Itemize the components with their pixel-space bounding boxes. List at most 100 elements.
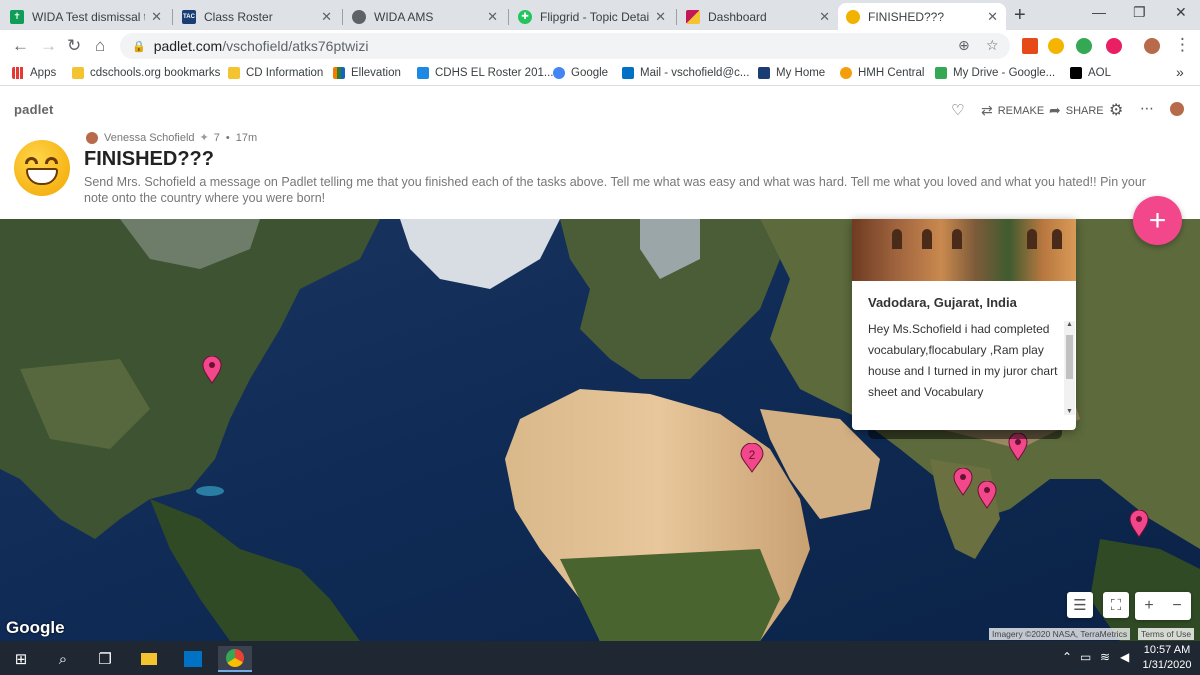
reload-icon[interactable]: ↻ <box>67 36 81 56</box>
padlet-logo[interactable]: padlet <box>14 102 53 117</box>
chevron-up-icon[interactable]: ⌃ <box>1062 650 1072 664</box>
user-avatar[interactable] <box>1170 102 1184 116</box>
close-icon[interactable]: ✕ <box>987 9 998 25</box>
remake-button[interactable]: ⇄ REMAKE <box>981 102 1044 119</box>
task-view-icon[interactable]: ❐ <box>88 646 122 672</box>
post-location: Vadodara, Gujarat, India <box>868 295 1017 310</box>
scroll-down-icon[interactable]: ▼ <box>1066 408 1073 415</box>
close-icon[interactable]: ✕ <box>487 9 498 25</box>
bookmark-cd-information[interactable]: CD Information <box>228 67 323 79</box>
google-icon <box>553 67 565 79</box>
bookmark-mail[interactable]: Mail - vschofield@c... <box>622 67 749 79</box>
grin-emoji-icon <box>846 9 860 24</box>
terms-link[interactable]: Terms of Use <box>1138 628 1195 640</box>
tab-dashboard[interactable]: Dashboard ✕ <box>678 3 838 30</box>
close-icon[interactable]: ✕ <box>819 9 830 25</box>
volume-icon[interactable]: ◀ <box>1120 650 1129 664</box>
post-scrollbar[interactable]: ▲ ▼ <box>1064 321 1075 415</box>
file-explorer-icon[interactable] <box>132 646 166 672</box>
gear-icon[interactable]: ⚙ <box>1109 100 1123 120</box>
list-view-icon[interactable]: ☰ <box>1067 592 1093 618</box>
page-description: Send Mrs. Schofield a message on Padlet … <box>84 175 1146 205</box>
tab-divider <box>342 9 343 25</box>
post-photo <box>852 219 1076 281</box>
close-icon[interactable]: ✕ <box>151 9 162 25</box>
bookmarks-bar: Apps cdschools.org bookmarks CD Informat… <box>0 62 1200 86</box>
author-line: Venessa Schofield ✦ 7 • 17m <box>86 131 257 144</box>
map-pin[interactable] <box>202 356 222 384</box>
bar-chart-icon <box>333 67 345 79</box>
post-age: 17m <box>235 131 258 144</box>
flipgrid-icon: ✚ <box>518 9 532 24</box>
extension-icon[interactable] <box>1076 38 1092 54</box>
menu-icon[interactable]: ⋮ <box>1174 35 1191 55</box>
bookmark-ellevation[interactable]: Ellevation <box>333 67 401 79</box>
tab-flipgrid[interactable]: ✚ Flipgrid - Topic Details ✕ <box>510 3 674 30</box>
tab-class-roster[interactable]: TAC Class Roster ✕ <box>174 3 340 30</box>
tab-divider <box>508 9 509 25</box>
office-extension-icon[interactable] <box>1022 38 1038 54</box>
bookmark-hmh-central[interactable]: HMH Central <box>840 67 924 79</box>
tab-finished[interactable]: FINISHED??? ✕ <box>838 3 1006 30</box>
padlet-header: padlet ♡ ⇄ REMAKE ➦ SHARE ⚙ ⋯ Venessa Scho… <box>0 90 1200 219</box>
google-logo: Google <box>6 618 65 637</box>
page-title: FINISHED??? <box>84 148 214 170</box>
bookmark-cdschools[interactable]: cdschools.org bookmarks <box>72 67 220 79</box>
outlook-icon[interactable] <box>176 646 210 672</box>
battery-icon[interactable]: ▭ <box>1080 650 1091 664</box>
address-bar[interactable]: 🔒 padlet.com/vschofield/atks76ptwizi ⊕ ☆ <box>120 33 1010 59</box>
zoom-in-button[interactable]: + <box>1135 592 1163 620</box>
bookmarks-more-button[interactable]: » <box>1176 64 1184 80</box>
share-button[interactable]: ➦ SHARE <box>1049 102 1104 119</box>
zoom-controls: + − <box>1135 592 1191 620</box>
drive-icon <box>935 67 947 79</box>
tac-icon <box>758 67 770 79</box>
bookmark-my-drive[interactable]: My Drive - Google... <box>935 67 1055 79</box>
heart-icon[interactable]: ♡ <box>951 101 964 119</box>
search-icon[interactable]: ⌕ <box>46 646 80 672</box>
post-card[interactable]: Vadodara, Gujarat, India Hey Ms.Schofiel… <box>852 219 1076 430</box>
map-pin[interactable] <box>977 481 997 509</box>
remake-icon: ⇄ <box>981 102 993 118</box>
close-icon[interactable]: ✕ <box>321 9 332 25</box>
restore-icon[interactable]: ❐ <box>1133 4 1146 21</box>
bookmark-apps[interactable]: Apps <box>12 67 56 79</box>
bookmark-star-icon[interactable]: ☆ <box>986 37 999 54</box>
taskbar-clock[interactable]: 10:57 AM 1/31/2020 <box>1140 643 1194 673</box>
bookmark-aol[interactable]: AOL <box>1070 67 1111 79</box>
extension-icon[interactable] <box>1048 38 1064 54</box>
tab-wida-dismissal[interactable]: ✝ WIDA Test dismissal tim ✕ <box>2 3 170 30</box>
add-icon[interactable]: ⊕ <box>958 37 970 54</box>
globe-icon <box>352 9 366 24</box>
forward-icon[interactable]: → <box>40 36 57 56</box>
chrome-icon[interactable] <box>218 646 252 672</box>
scrollbar-thumb[interactable] <box>1066 335 1073 379</box>
clock-date: 1/31/2020 <box>1142 659 1192 671</box>
back-icon[interactable]: ← <box>12 36 29 56</box>
home-icon[interactable]: ⌂ <box>95 36 105 56</box>
cluster-count: 2 <box>748 448 756 462</box>
bookmark-my-home[interactable]: My Home <box>758 67 825 79</box>
windows-start-icon[interactable]: ⊞ <box>4 646 38 672</box>
extension-icon[interactable] <box>1106 38 1122 54</box>
minimize-icon[interactable]: — <box>1092 4 1106 20</box>
wifi-icon[interactable]: ≋ <box>1100 650 1110 664</box>
drive-icon <box>417 67 429 79</box>
close-icon[interactable]: ✕ <box>655 9 666 25</box>
tab-wida-ams[interactable]: WIDA AMS ✕ <box>344 3 506 30</box>
bookmark-google[interactable]: Google <box>553 67 608 79</box>
more-icon[interactable]: ⋯ <box>1140 100 1154 117</box>
new-tab-button[interactable]: + <box>1014 4 1026 27</box>
fullscreen-icon[interactable]: ⛶ <box>1103 592 1129 618</box>
zoom-out-button[interactable]: − <box>1163 592 1191 620</box>
close-window-icon[interactable]: ✕ <box>1175 4 1187 21</box>
map-pin[interactable] <box>953 468 973 496</box>
add-post-button[interactable]: + <box>1133 196 1182 245</box>
folder-icon <box>72 67 84 79</box>
bookmark-cdhs-el-roster[interactable]: CDHS EL Roster 201... <box>417 67 553 79</box>
author-avatar <box>86 131 98 144</box>
browser-tab-bar: ✝ WIDA Test dismissal tim ✕ TAC Class Ro… <box>0 0 1200 30</box>
profile-avatar[interactable] <box>1144 38 1160 54</box>
map-pin[interactable] <box>1129 510 1149 538</box>
scroll-up-icon[interactable]: ▲ <box>1066 321 1073 328</box>
